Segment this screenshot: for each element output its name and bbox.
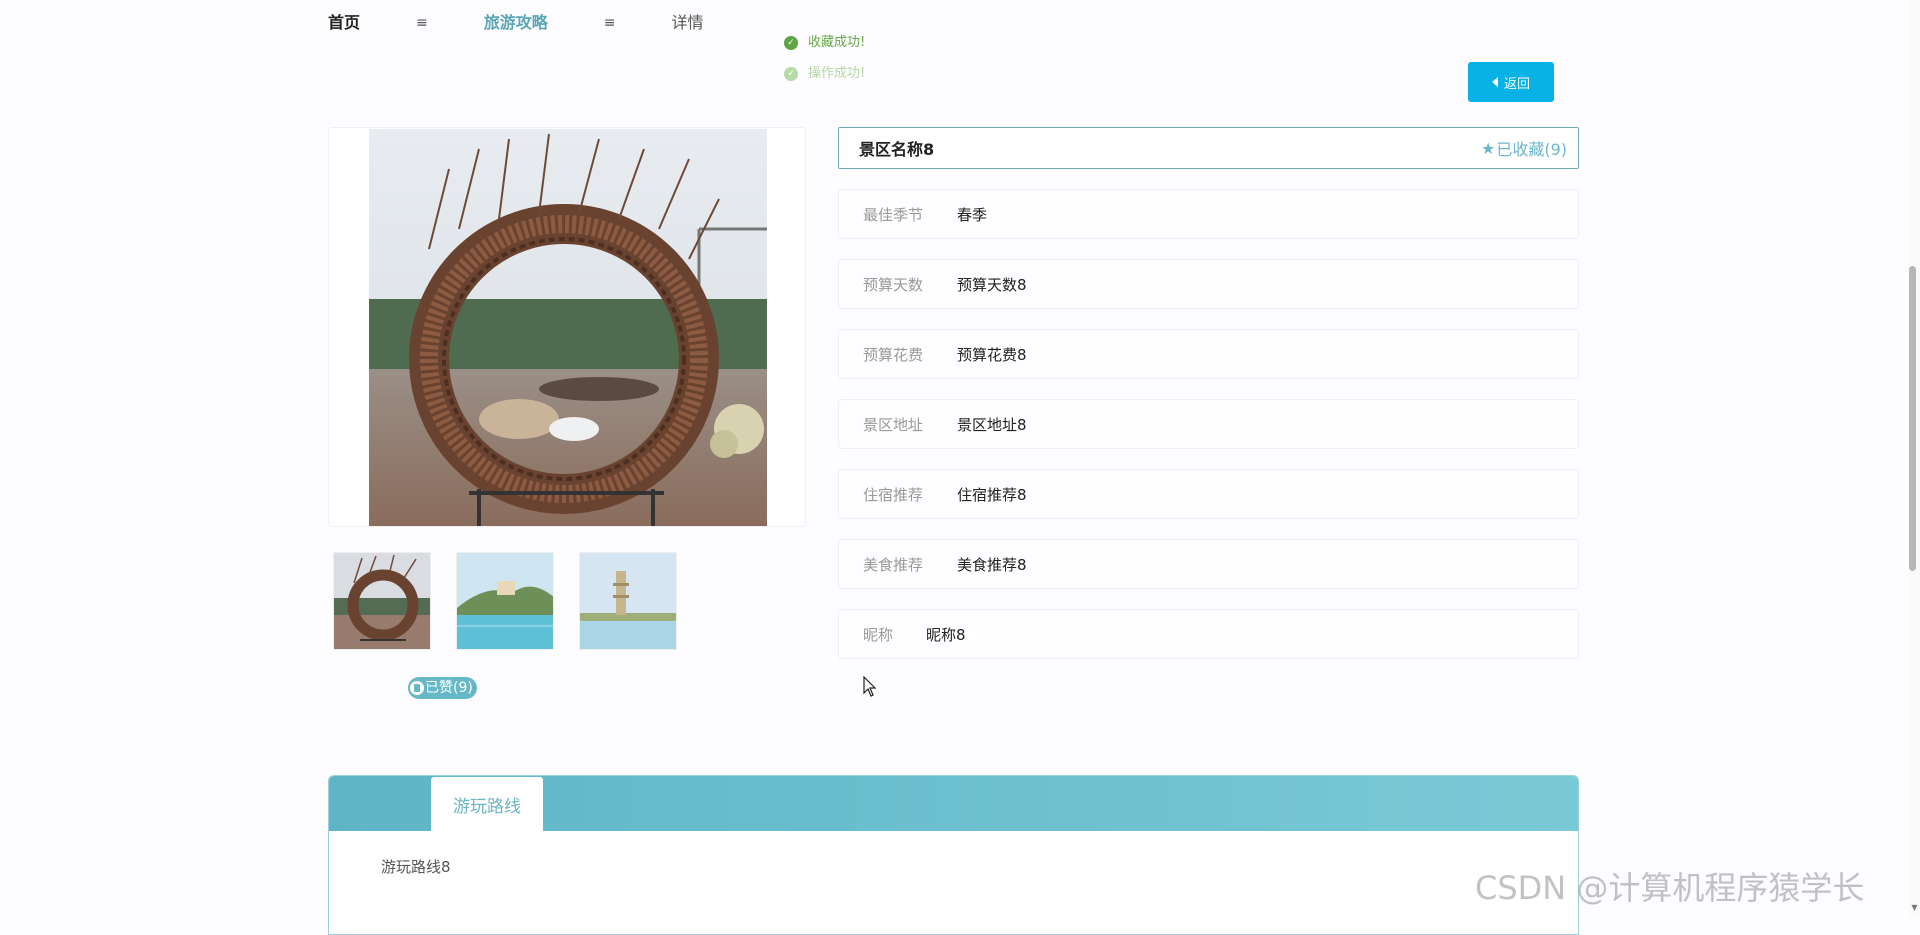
back-button-label: 返回 bbox=[1503, 76, 1530, 92]
breadcrumb-section[interactable]: 旅游攻略 bbox=[484, 12, 548, 34]
breadcrumb-separator-icon: ≡ bbox=[603, 15, 616, 31]
main-image bbox=[369, 129, 767, 526]
caret-left-icon bbox=[1491, 77, 1498, 87]
info-row-nickname: 昵称 昵称8 bbox=[838, 609, 1579, 659]
tab-play-route[interactable]: 游玩路线 bbox=[431, 777, 543, 831]
scroll-down-icon[interactable]: ▼ bbox=[1909, 902, 1920, 914]
toast-operation-success: ✓ 操作成功! bbox=[784, 65, 865, 83]
toast-text: 操作成功! bbox=[808, 66, 866, 81]
lake-pagoda-thumb bbox=[580, 553, 676, 649]
check-circle-icon: ✓ bbox=[784, 67, 798, 81]
info-row-address: 景区地址 景区地址8 bbox=[838, 399, 1579, 449]
lakeside-temple-thumb bbox=[457, 553, 553, 649]
like-label: 已赞(9) bbox=[425, 680, 473, 696]
info-row-lodging: 住宿推荐 住宿推荐8 bbox=[838, 469, 1579, 519]
scrollbar-thumb[interactable] bbox=[1909, 266, 1916, 571]
tab-content: 游玩路线8 bbox=[381, 858, 451, 876]
thumbs-up-icon bbox=[410, 681, 424, 695]
toast-text: 收藏成功! bbox=[808, 35, 866, 50]
breadcrumb-home[interactable]: 首页 bbox=[328, 12, 360, 34]
breadcrumb: 首页 ≡ 旅游攻略 ≡ 详情 bbox=[328, 12, 704, 34]
toast-favorite-success: ✓ 收藏成功! bbox=[784, 34, 865, 52]
info-label: 美食推荐 bbox=[863, 555, 924, 574]
back-button[interactable]: 返回 bbox=[1468, 62, 1554, 102]
like-button[interactable]: 已赞(9) bbox=[408, 677, 477, 699]
watermark: CSDN @计算机程序猿学长 bbox=[1475, 869, 1865, 907]
info-row-food: 美食推荐 美食推荐8 bbox=[838, 539, 1579, 589]
info-row-budget-cost: 预算花费 预算花费8 bbox=[838, 329, 1579, 379]
thumbnail-2[interactable] bbox=[456, 552, 554, 650]
info-value: 预算花费8 bbox=[957, 345, 1027, 364]
tabs-panel: 游玩路线 游玩路线8 bbox=[328, 775, 1579, 935]
ring-sculpture-thumb bbox=[334, 553, 430, 649]
breadcrumb-separator-icon: ≡ bbox=[416, 15, 428, 31]
check-circle-icon: ✓ bbox=[784, 36, 798, 50]
info-value: 春季 bbox=[957, 205, 988, 224]
mouse-cursor-icon bbox=[863, 676, 877, 697]
info-value: 景区地址8 bbox=[957, 415, 1027, 434]
scenic-title-row: 景区名称8 ★ 已收藏(9) bbox=[838, 127, 1579, 169]
scenic-title: 景区名称8 bbox=[859, 140, 935, 159]
info-value: 美食推荐8 bbox=[957, 555, 1027, 574]
breadcrumb-current: 详情 bbox=[671, 13, 704, 32]
info-row-best-season: 最佳季节 春季 bbox=[838, 189, 1579, 239]
info-row-budget-days: 预算天数 预算天数8 bbox=[838, 259, 1579, 309]
main-image-container bbox=[328, 127, 806, 527]
favorite-label: 已收藏(9) bbox=[1496, 140, 1567, 159]
info-value: 昵称8 bbox=[926, 625, 966, 644]
favorite-button[interactable]: ★ 已收藏(9) bbox=[1481, 136, 1567, 160]
info-value: 住宿推荐8 bbox=[957, 485, 1027, 504]
info-label: 预算天数 bbox=[863, 275, 924, 294]
tabs-header: 游玩路线 bbox=[329, 776, 1578, 831]
star-icon: ★ bbox=[1480, 138, 1496, 158]
info-value: 预算天数8 bbox=[957, 275, 1027, 294]
info-label: 景区地址 bbox=[863, 415, 924, 434]
info-label: 住宿推荐 bbox=[863, 485, 924, 504]
thumbnail-3[interactable] bbox=[579, 552, 677, 650]
info-label: 预算花费 bbox=[863, 345, 924, 364]
thumbnail-1[interactable] bbox=[333, 552, 431, 650]
info-label: 昵称 bbox=[863, 625, 894, 644]
info-label: 最佳季节 bbox=[863, 205, 924, 224]
